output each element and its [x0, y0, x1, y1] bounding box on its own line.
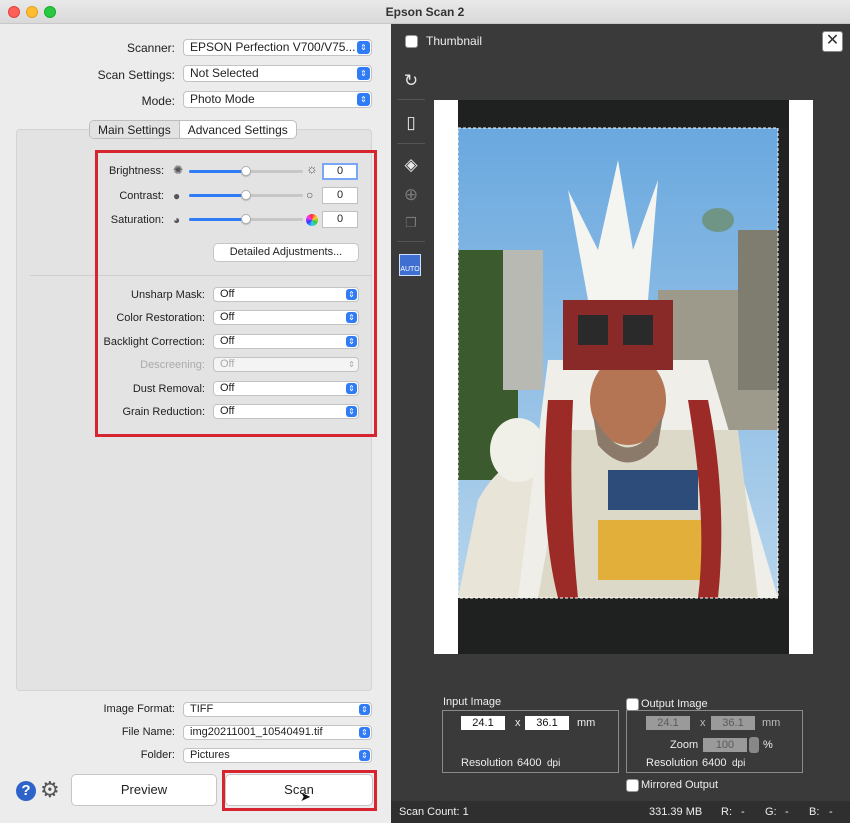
scan-settings-label: Scan Settings: [97, 68, 175, 82]
g-label: G: [765, 806, 777, 818]
output-resolution-unit: dpi [732, 758, 746, 769]
mouse-cursor-icon: ➤ [300, 789, 311, 804]
chevron-updown-icon: ⇕ [357, 41, 370, 54]
file-size: 331.39 MB [649, 806, 703, 818]
auto-crop-icon[interactable]: ◈ [400, 154, 422, 176]
auto-label: AUTO [400, 266, 420, 273]
output-unit-label: mm [762, 717, 781, 729]
output-resolution-value: 6400 [702, 757, 727, 769]
mode-label: Mode: [141, 94, 175, 108]
zoom-unit: % [763, 739, 773, 751]
scan-count: Scan Count: 1 [399, 806, 469, 818]
output-x-label: x [700, 717, 706, 729]
chevron-updown-icon: ⇕ [359, 704, 370, 715]
chevron-updown-icon: ⇕ [357, 93, 370, 106]
folder-value: Pictures [190, 749, 230, 761]
zoom-stepper [749, 737, 759, 753]
zoom-label: Zoom [670, 739, 699, 751]
b-label: B: [809, 806, 820, 818]
scanner-label: Scanner: [126, 41, 175, 55]
preview-area [434, 100, 813, 654]
scanned-photo [458, 100, 789, 654]
input-x-label: x [515, 717, 521, 729]
document-icon[interactable]: ▯ [400, 112, 422, 134]
scanner-select[interactable]: EPSON Perfection V700/V75... ⇕ [183, 39, 372, 56]
thumbnail-checkbox[interactable] [405, 35, 418, 48]
preview-panel: Thumbnail ✕ ↻ ▯ ◈ ⊕ ❐ AUTO Input Image 2… [391, 24, 850, 823]
photo-image [458, 100, 789, 654]
output-resolution-label: Resolution [646, 757, 698, 769]
image-format-value: TIFF [190, 703, 214, 715]
rotate-icon[interactable]: ↻ [400, 70, 422, 92]
folder-label: Folder: [140, 749, 175, 761]
tool-divider [397, 143, 425, 144]
scanner-value: EPSON Perfection V700/V75... [190, 40, 356, 54]
input-image-title: Input Image [443, 696, 502, 708]
epson-scan-window: Epson Scan 2 Scanner: EPSON Perfection V… [0, 0, 850, 823]
output-width-field: 24.1 [646, 716, 690, 730]
image-format-label: Image Format: [103, 703, 175, 715]
g-value: - [785, 806, 789, 818]
tool-strip: ↻ ▯ ◈ ⊕ ❐ AUTO [391, 58, 431, 698]
settings-panel: Scanner: EPSON Perfection V700/V75... ⇕ … [0, 24, 391, 823]
title-bar: Epson Scan 2 [0, 0, 850, 24]
mirrored-output-checkbox[interactable] [626, 779, 639, 792]
mode-value: Photo Mode [190, 92, 255, 106]
input-resolution-unit: dpi [547, 758, 561, 769]
output-height-field: 36.1 [711, 716, 755, 730]
preview-button[interactable]: Preview [71, 774, 217, 806]
b-value: - [829, 806, 833, 818]
scan-settings-select[interactable]: Not Selected ⇕ [183, 65, 372, 82]
file-name-select[interactable]: img20211001_10540491.tif ⇕ [183, 725, 372, 740]
highlight-box [95, 150, 377, 437]
input-unit-label: mm [577, 717, 596, 729]
chevron-updown-icon: ⇕ [359, 727, 370, 738]
mode-select[interactable]: Photo Mode ⇕ [183, 91, 372, 108]
chevron-updown-icon: ⇕ [359, 750, 370, 761]
settings-tabs: Main Settings Advanced Settings [89, 120, 297, 139]
file-name-value: img20211001_10540491.tif [190, 726, 323, 738]
gear-icon[interactable]: ⚙ [40, 778, 60, 802]
status-bar: Scan Count: 1 331.39 MB R: - G: - B: - [391, 801, 850, 823]
tool-divider [397, 241, 425, 242]
add-marquee-icon: ⊕ [403, 185, 419, 204]
input-height-field[interactable]: 36.1 [525, 716, 569, 730]
image-format-select[interactable]: TIFF ⇕ [183, 702, 372, 717]
window-title: Epson Scan 2 [385, 5, 465, 19]
output-image-title: Output Image [641, 698, 708, 710]
file-name-label: File Name: [121, 726, 175, 738]
copy-icon: ❐ [405, 215, 417, 230]
thumbnail-label: Thumbnail [426, 34, 483, 48]
input-resolution-label: Resolution [461, 757, 513, 769]
tab-advanced-settings[interactable]: Advanced Settings [180, 121, 296, 138]
chevron-updown-icon: ⇕ [357, 67, 370, 80]
r-value: - [741, 806, 745, 818]
zoom-field: 100 [703, 738, 747, 752]
folder-select[interactable]: Pictures ⇕ [183, 748, 372, 763]
input-width-field[interactable]: 24.1 [461, 716, 505, 730]
r-label: R: [721, 806, 732, 818]
tab-main-settings[interactable]: Main Settings [90, 121, 180, 138]
tool-divider [397, 99, 425, 100]
close-icon[interactable]: ✕ [822, 31, 843, 52]
scan-settings-value: Not Selected [190, 66, 259, 80]
mirrored-output-label: Mirrored Output [641, 779, 719, 791]
input-resolution-value: 6400 [517, 757, 542, 769]
auto-exposure-icon[interactable]: AUTO [399, 254, 421, 276]
help-icon[interactable]: ? [16, 781, 36, 801]
